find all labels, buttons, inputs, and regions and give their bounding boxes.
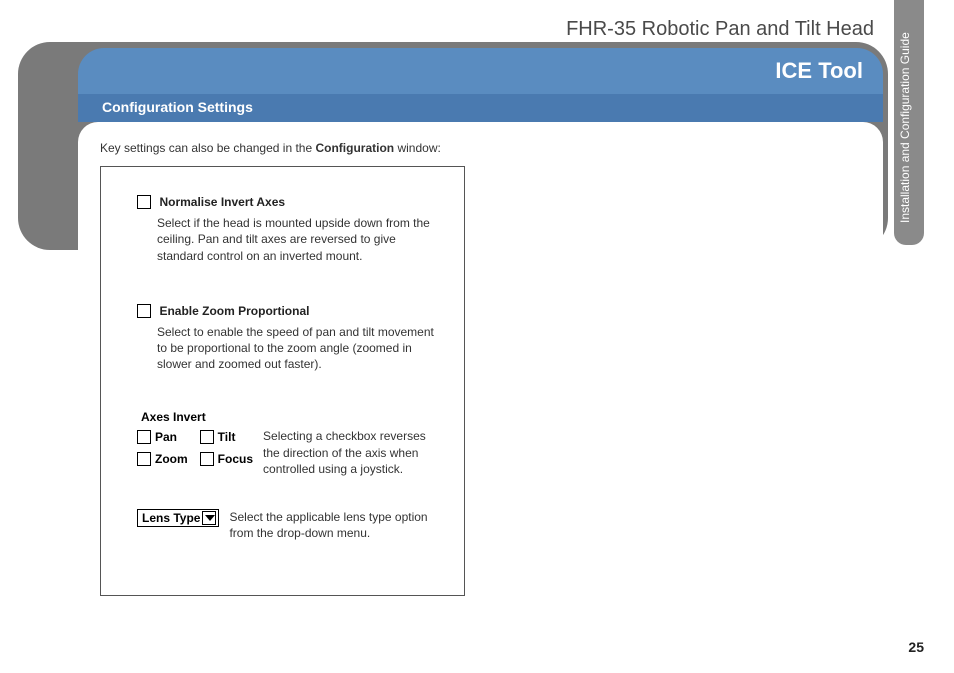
lens-type-desc: Select the applicable lens type option f… (229, 509, 434, 541)
axes-invert-title: Axes Invert (141, 410, 434, 424)
zoom-prop-checkbox[interactable] (137, 304, 151, 318)
normalise-label: Normalise Invert Axes (159, 195, 285, 209)
axes-item-focus: Focus (200, 452, 253, 466)
tool-title: ICE Tool (775, 58, 863, 84)
intro-text: Key settings can also be changed in the … (100, 140, 861, 156)
zoom-label: Zoom (155, 452, 188, 466)
intro-prefix: Key settings can also be changed in the (100, 141, 315, 155)
section-band: Configuration Settings (78, 94, 883, 122)
axes-checkbox-grid: Pan Tilt Zoom Focus (137, 430, 253, 466)
page-number: 25 (908, 639, 924, 655)
axes-item-zoom: Zoom (137, 452, 188, 466)
axes-item-tilt: Tilt (200, 430, 253, 444)
tilt-label: Tilt (218, 430, 236, 444)
tilt-checkbox[interactable] (200, 430, 214, 444)
focus-checkbox[interactable] (200, 452, 214, 466)
zoom-prop-desc: Select to enable the speed of pan and ti… (157, 324, 434, 373)
intro-bold: Configuration (315, 141, 394, 155)
side-tab-label: Installation and Configuration Guide (890, 8, 920, 248)
lens-type-label: Lens Type (142, 511, 200, 525)
lens-type-dropdown[interactable]: Lens Type (137, 509, 219, 527)
content-area: Key settings can also be changed in the … (78, 122, 883, 622)
product-title: FHR-35 Robotic Pan and Tilt Head (566, 18, 874, 41)
axes-invert-desc: Selecting a checkbox reverses the direct… (263, 428, 434, 477)
normalise-desc: Select if the head is mounted upside dow… (157, 215, 434, 264)
setting-lens-type: Lens Type Select the applicable lens typ… (137, 509, 434, 541)
chevron-down-icon (202, 511, 216, 525)
pan-checkbox[interactable] (137, 430, 151, 444)
zoom-checkbox[interactable] (137, 452, 151, 466)
zoom-prop-label: Enable Zoom Proportional (159, 304, 309, 318)
intro-suffix: window: (394, 141, 441, 155)
pan-label: Pan (155, 430, 177, 444)
title-band: ICE Tool (78, 48, 883, 94)
configuration-box: Normalise Invert Axes Select if the head… (100, 166, 465, 596)
axes-item-pan: Pan (137, 430, 188, 444)
setting-zoom-proportional: Enable Zoom Proportional Select to enabl… (137, 302, 434, 373)
focus-label: Focus (218, 452, 253, 466)
section-title: Configuration Settings (102, 99, 253, 115)
normalise-checkbox[interactable] (137, 195, 151, 209)
setting-axes-invert: Axes Invert Pan Tilt Zoom (137, 410, 434, 477)
setting-normalise: Normalise Invert Axes Select if the head… (137, 193, 434, 264)
